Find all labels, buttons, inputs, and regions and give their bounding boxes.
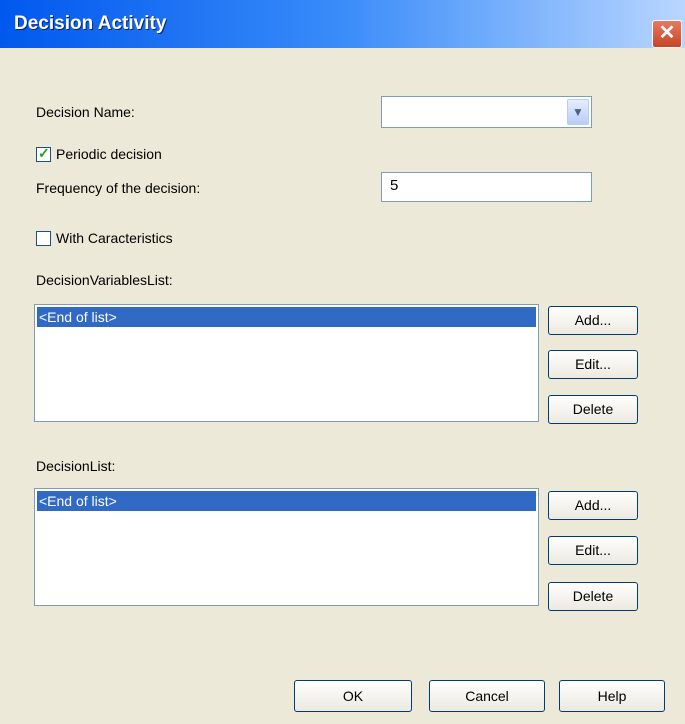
- help-button[interactable]: Help: [559, 680, 665, 712]
- list-item[interactable]: <End of list>: [37, 307, 536, 327]
- with-characteristics-checkbox[interactable]: [36, 231, 51, 246]
- decision-name-label: Decision Name:: [36, 104, 135, 120]
- close-button[interactable]: ✕: [652, 20, 682, 48]
- cancel-button[interactable]: Cancel: [429, 680, 545, 712]
- list-item[interactable]: <End of list>: [37, 491, 536, 511]
- variables-add-button[interactable]: Add...: [548, 306, 638, 335]
- window-title: Decision Activity: [14, 13, 167, 34]
- decision-name-combobox[interactable]: ▼: [381, 96, 592, 128]
- decision-variables-list-label: DecisionVariablesList:: [36, 272, 173, 288]
- frequency-input[interactable]: 5: [381, 172, 592, 202]
- frequency-label: Frequency of the decision:: [36, 180, 201, 196]
- decisions-add-button[interactable]: Add...: [548, 491, 638, 520]
- periodic-decision-label: Periodic decision: [56, 146, 162, 162]
- decision-variables-listbox[interactable]: <End of list>: [34, 304, 539, 422]
- with-characteristics-label: With Caracteristics: [56, 230, 173, 246]
- decision-listbox[interactable]: <End of list>: [34, 488, 539, 606]
- chevron-down-icon[interactable]: ▼: [567, 99, 589, 125]
- periodic-decision-checkbox[interactable]: ✓: [36, 145, 51, 162]
- decisions-edit-button[interactable]: Edit...: [548, 536, 638, 565]
- title-bar: Decision Activity ✕: [0, 0, 685, 48]
- variables-delete-button[interactable]: Delete: [548, 395, 638, 424]
- close-icon: ✕: [658, 22, 676, 44]
- variables-edit-button[interactable]: Edit...: [548, 350, 638, 379]
- decision-list-label: DecisionList:: [36, 458, 116, 474]
- decision-activity-dialog: Decision Activity ✕ Decision Name: ▼ ✓ P…: [0, 0, 685, 724]
- checkmark-icon: ✓: [38, 145, 50, 161]
- decisions-delete-button[interactable]: Delete: [548, 582, 638, 611]
- ok-button[interactable]: OK: [294, 680, 412, 712]
